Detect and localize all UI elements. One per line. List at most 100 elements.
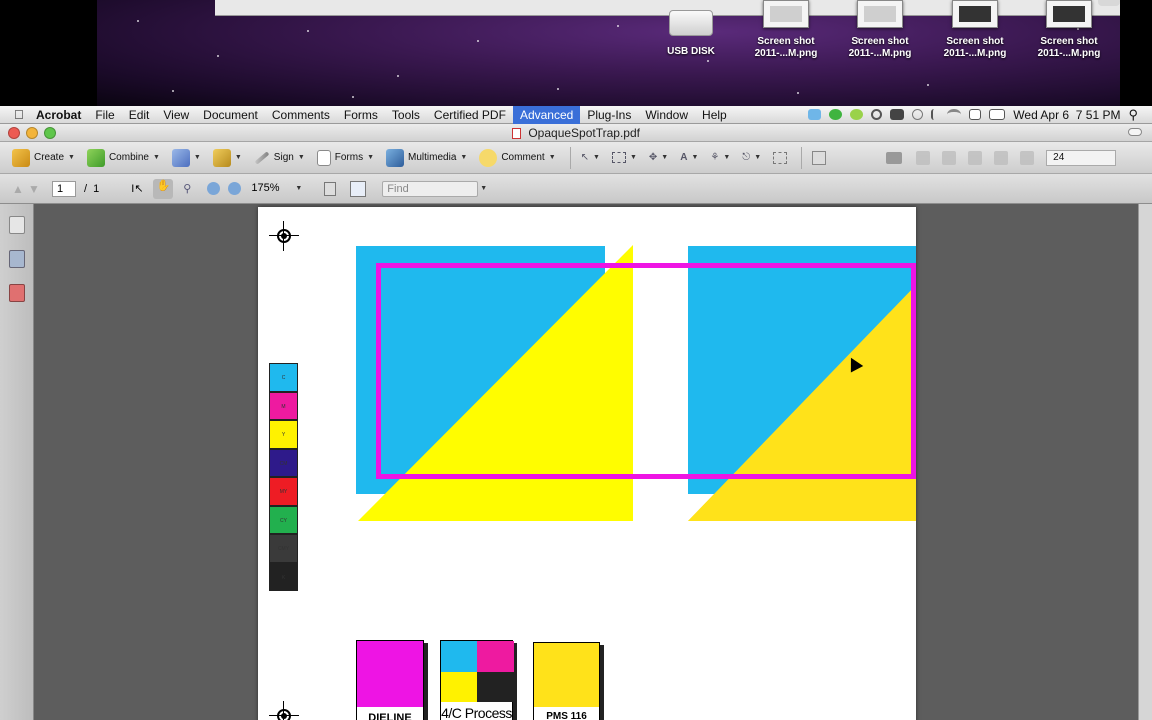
text-touchup-button[interactable]: A ▼ <box>676 146 702 170</box>
menu-document[interactable]: Document <box>196 106 265 124</box>
adium-icon[interactable] <box>850 109 864 120</box>
navigation-toolbar: ▲ ▼ 1 / 1 I↖ ✋ ⚲ 175% ▼ Find ▼ <box>0 174 1152 204</box>
printer-icon <box>886 151 903 164</box>
wifi-icon[interactable] <box>947 109 962 120</box>
preflight-button[interactable] <box>808 146 830 170</box>
image-file-icon <box>1046 0 1092 28</box>
patch-label: DIELINE <box>357 707 423 720</box>
document-viewport[interactable]: C M Y CM MY CY CMY K DIELINE 4/C Process… <box>34 204 1152 720</box>
menu-clock[interactable]: Wed Apr 6 7 51 PM <box>1013 108 1120 122</box>
menu-window[interactable]: Window <box>638 106 695 124</box>
create-button[interactable]: Create ▼ <box>8 146 79 170</box>
toolbar-toggle-button[interactable] <box>1128 128 1142 136</box>
sign-button[interactable]: Sign ▼ <box>250 146 309 170</box>
keyboard-icon[interactable] <box>969 109 982 120</box>
desktop-background: USB DISK Screen shot 2011-...M.png Scree… <box>0 0 1152 106</box>
menu-plug-ins[interactable]: Plug-Ins <box>580 106 638 124</box>
disabled-tool-icon <box>916 150 931 165</box>
desktop-icon-usb-disk[interactable]: USB DISK <box>646 10 736 58</box>
close-window-icon[interactable] <box>8 127 20 139</box>
pin-tool-button[interactable]: ⎋ ▼ <box>738 146 765 170</box>
attachments-panel-icon[interactable] <box>9 250 25 268</box>
menu-bar:  Acrobat File Edit View Document Commen… <box>0 105 1152 124</box>
menu-comments[interactable]: Comments <box>265 106 337 124</box>
desktop-icon-screenshot-4[interactable]: Screen shot 2011-...M.png <box>1024 0 1114 60</box>
bluetooth-icon[interactable] <box>931 109 939 120</box>
disabled-tool-icon <box>1020 150 1035 165</box>
find-options-icon[interactable]: ▼ <box>480 185 487 192</box>
comment-button[interactable]: Comment ▼ <box>475 146 559 170</box>
combine-button[interactable]: Combine ▼ <box>83 146 164 170</box>
zoom-in-icon[interactable] <box>228 182 242 195</box>
select-tool-button[interactable]: ↖ ▼ <box>577 146 604 170</box>
menu-help[interactable]: Help <box>695 106 734 124</box>
time-machine-icon[interactable] <box>912 109 924 120</box>
menu-advanced[interactable]: Advanced <box>512 105 581 124</box>
display-icon[interactable] <box>890 109 905 120</box>
vertical-scrollbar[interactable] <box>1138 204 1152 720</box>
menu-view[interactable]: View <box>156 106 196 124</box>
menu-edit[interactable]: Edit <box>122 106 157 124</box>
spotlight-search-icon[interactable]: ⚲ <box>1128 107 1138 123</box>
desktop-icon-label: Screen shot 2011-...M.png <box>943 36 1007 59</box>
main-toolbar: Create ▼ Combine ▼ ▼ ▼ Sign ▼ Forms ▼ Multim… <box>0 142 1152 174</box>
text-select-icon[interactable]: I↖ <box>131 182 147 195</box>
hand-tool-icon[interactable]: ✋ <box>153 178 174 199</box>
crop-icon <box>773 151 788 164</box>
menu-tools[interactable]: Tools <box>385 106 427 124</box>
current-page-input[interactable]: 1 <box>52 180 76 197</box>
refresh-icon[interactable] <box>871 109 883 120</box>
create-pdf-icon <box>12 148 30 167</box>
single-page-view-icon[interactable] <box>324 181 337 196</box>
desktop-icon-screenshot-2[interactable]: Screen shot 2011-...M.png <box>835 0 925 60</box>
object-tool-button[interactable]: ⚘ ▼ <box>706 146 734 170</box>
skype-icon[interactable] <box>808 109 822 120</box>
next-page-icon[interactable]: ▼ <box>26 182 42 196</box>
disabled-tool-icon <box>968 150 983 165</box>
pen-icon <box>254 150 270 165</box>
move-tool-button[interactable]: ✥ ▼ <box>645 146 672 170</box>
secure-button[interactable]: ▼ <box>209 146 246 170</box>
pages-panel-icon[interactable] <box>9 216 25 234</box>
battery-icon[interactable] <box>989 109 1006 120</box>
minimize-window-icon[interactable] <box>26 127 38 139</box>
desktop-icon-screenshot-1[interactable]: Screen shot 2011-...M.png <box>741 0 831 60</box>
zoom-window-icon[interactable] <box>44 127 56 139</box>
sync-icon[interactable] <box>829 109 843 120</box>
zoom-dropdown-icon[interactable]: ▼ <box>295 185 302 192</box>
print-button[interactable] <box>882 146 906 170</box>
find-input[interactable]: Find <box>382 180 479 197</box>
desktop-icon-label: Screen shot 2011-...M.png <box>754 36 818 59</box>
window-title-bar: OpaqueSpotTrap.pdf <box>0 124 1152 142</box>
toolbar-value-field[interactable]: 24 <box>1046 149 1117 166</box>
dieline-frame[interactable] <box>376 263 916 479</box>
image-file-icon <box>763 0 809 28</box>
menu-app-name[interactable]: Acrobat <box>24 106 88 124</box>
previous-page-icon[interactable]: ▲ <box>10 182 26 196</box>
patch-label: PMS 116 <box>534 707 599 720</box>
apple-icon[interactable]:  <box>0 107 24 122</box>
desktop-icon-screenshot-3[interactable]: Screen shot 2011-...M.png <box>930 0 1020 60</box>
image-file-icon <box>952 0 998 28</box>
marquee-tool-button[interactable]: ▼ <box>608 146 641 170</box>
marquee-icon <box>611 152 626 163</box>
pms116-patch: PMS 116 <box>533 642 600 720</box>
comment-bubble-icon <box>479 148 498 167</box>
fit-page-icon[interactable] <box>350 180 367 197</box>
menu-file[interactable]: File <box>88 106 121 124</box>
preflight-icon <box>812 150 827 165</box>
zoom-out-icon[interactable] <box>207 182 221 195</box>
forms-button[interactable]: Forms ▼ <box>313 146 378 170</box>
combine-files-icon <box>86 148 105 167</box>
menu-certified-pdf[interactable]: Certified PDF <box>427 106 513 124</box>
forms-label: Forms <box>334 152 364 163</box>
zoom-level-field[interactable]: 175% <box>247 181 295 197</box>
signatures-panel-icon[interactable] <box>9 284 25 302</box>
pdf-page[interactable]: C M Y CM MY CY CMY K DIELINE 4/C Process… <box>258 207 916 720</box>
usb-drive-icon <box>669 10 713 36</box>
crop-tool-button[interactable] <box>769 146 791 170</box>
multimedia-button[interactable]: Multimedia ▼ <box>382 146 471 170</box>
menu-forms[interactable]: Forms <box>337 106 385 124</box>
zoom-tool-icon[interactable]: ⚲ <box>183 182 191 195</box>
export-button[interactable]: ▼ <box>168 146 205 170</box>
